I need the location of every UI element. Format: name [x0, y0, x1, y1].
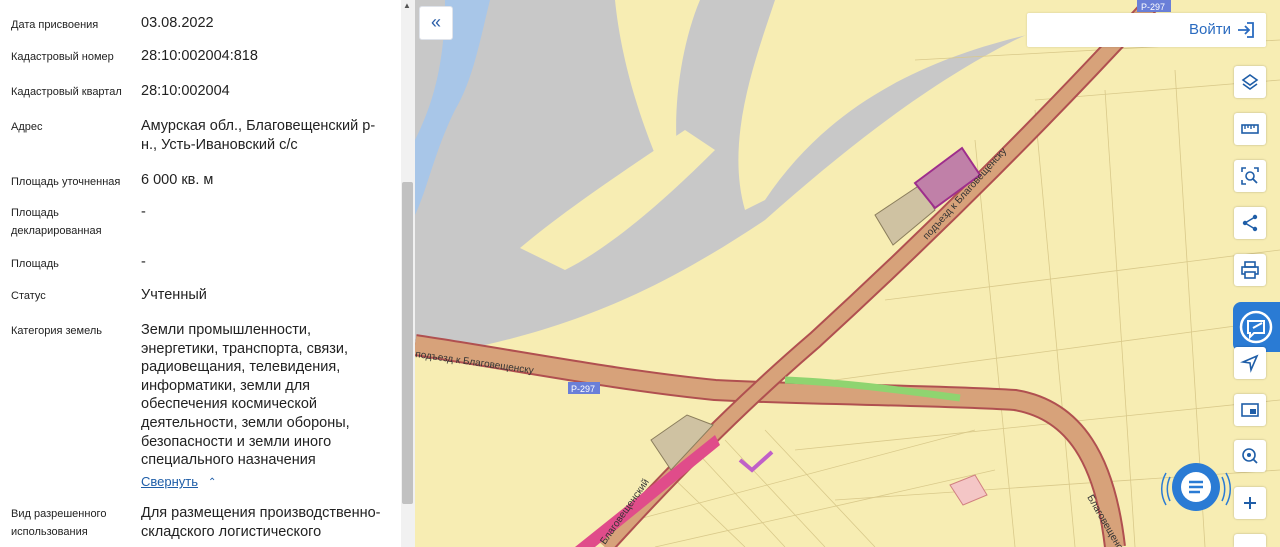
- info-value: 28:10:002004:818: [141, 48, 258, 64]
- zoom-out-button[interactable]: [1234, 534, 1266, 547]
- scrollbar-thumb[interactable]: [402, 182, 413, 504]
- info-label: Площадь уточненная: [11, 176, 121, 188]
- search-area-icon: [1241, 167, 1259, 185]
- info-value: 03.08.2022: [141, 15, 214, 31]
- info-label: Категория земель: [11, 325, 102, 337]
- chevron-up-icon: ⌃: [208, 477, 217, 488]
- info-label: Вид разрешенного использования: [11, 508, 107, 538]
- info-value: 28:10:002004: [141, 83, 230, 99]
- print-button[interactable]: [1234, 254, 1266, 286]
- info-label: Кадастровый номер: [11, 51, 114, 63]
- login-button[interactable]: Войти: [1027, 13, 1266, 47]
- location-icon: [1240, 354, 1259, 373]
- layers-icon: [1241, 74, 1259, 90]
- search-area-button[interactable]: [1234, 160, 1266, 192]
- double-chevron-left-icon: «: [430, 12, 441, 32]
- layers-button[interactable]: [1234, 66, 1266, 98]
- info-value: -: [141, 254, 146, 270]
- geo-search-icon: [1242, 448, 1258, 464]
- scroll-up-arrow-icon[interactable]: ▲: [403, 1, 411, 10]
- geo-search-button[interactable]: [1234, 440, 1266, 472]
- info-label: Адрес: [11, 121, 43, 133]
- share-button[interactable]: [1234, 207, 1266, 239]
- ruler-icon: [1241, 124, 1259, 134]
- map-canvas[interactable]: Р-297 Р-297 подъезд к Благовещенску подъ…: [415, 0, 1280, 547]
- collapse-label: Свернуть: [141, 474, 199, 489]
- info-label: Площадь: [11, 258, 59, 270]
- map-drawing: Р-297 Р-297 подъезд к Благовещенску подъ…: [415, 0, 1280, 547]
- login-icon: [1238, 22, 1254, 38]
- collapse-panel-button[interactable]: «: [419, 6, 453, 40]
- share-icon: [1242, 214, 1258, 232]
- object-info-panel: Дата присвоения 03.08.2022 Кадастровый н…: [0, 0, 401, 547]
- info-label: Площадь декларированная: [11, 207, 102, 237]
- info-label: Кадастровый квартал: [11, 86, 122, 98]
- ruler-button[interactable]: [1234, 113, 1266, 145]
- zoom-in-icon: [1244, 497, 1256, 509]
- feedback-button[interactable]: [1233, 302, 1280, 352]
- info-value: 6 000 кв. м: [141, 172, 214, 188]
- chat-button[interactable]: [1160, 457, 1232, 517]
- collapse-link[interactable]: Свернуть ⌃: [141, 474, 216, 489]
- login-label: Войти: [1189, 21, 1231, 38]
- minimap-button[interactable]: [1234, 394, 1266, 426]
- info-value: Земли промышленности, энергетики, трансп…: [141, 322, 350, 469]
- zoom-in-button[interactable]: [1234, 487, 1266, 519]
- chat-icon: [1160, 463, 1232, 511]
- route-code-top: Р-297: [1141, 2, 1165, 12]
- info-value: -: [141, 204, 146, 220]
- location-button[interactable]: [1234, 347, 1266, 379]
- info-label: Дата присвоения: [11, 19, 99, 31]
- info-value: Учтенный: [141, 287, 207, 303]
- print-icon: [1241, 261, 1259, 279]
- route-code-left: Р-297: [571, 384, 595, 394]
- minimap-icon: [1241, 403, 1259, 417]
- feedback-icon: [1239, 310, 1273, 344]
- info-value: Амурская обл., Благовещенский р-н., Усть…: [141, 118, 376, 153]
- info-label: Статус: [11, 290, 46, 302]
- info-value: Для размещения производственно-складског…: [141, 505, 381, 540]
